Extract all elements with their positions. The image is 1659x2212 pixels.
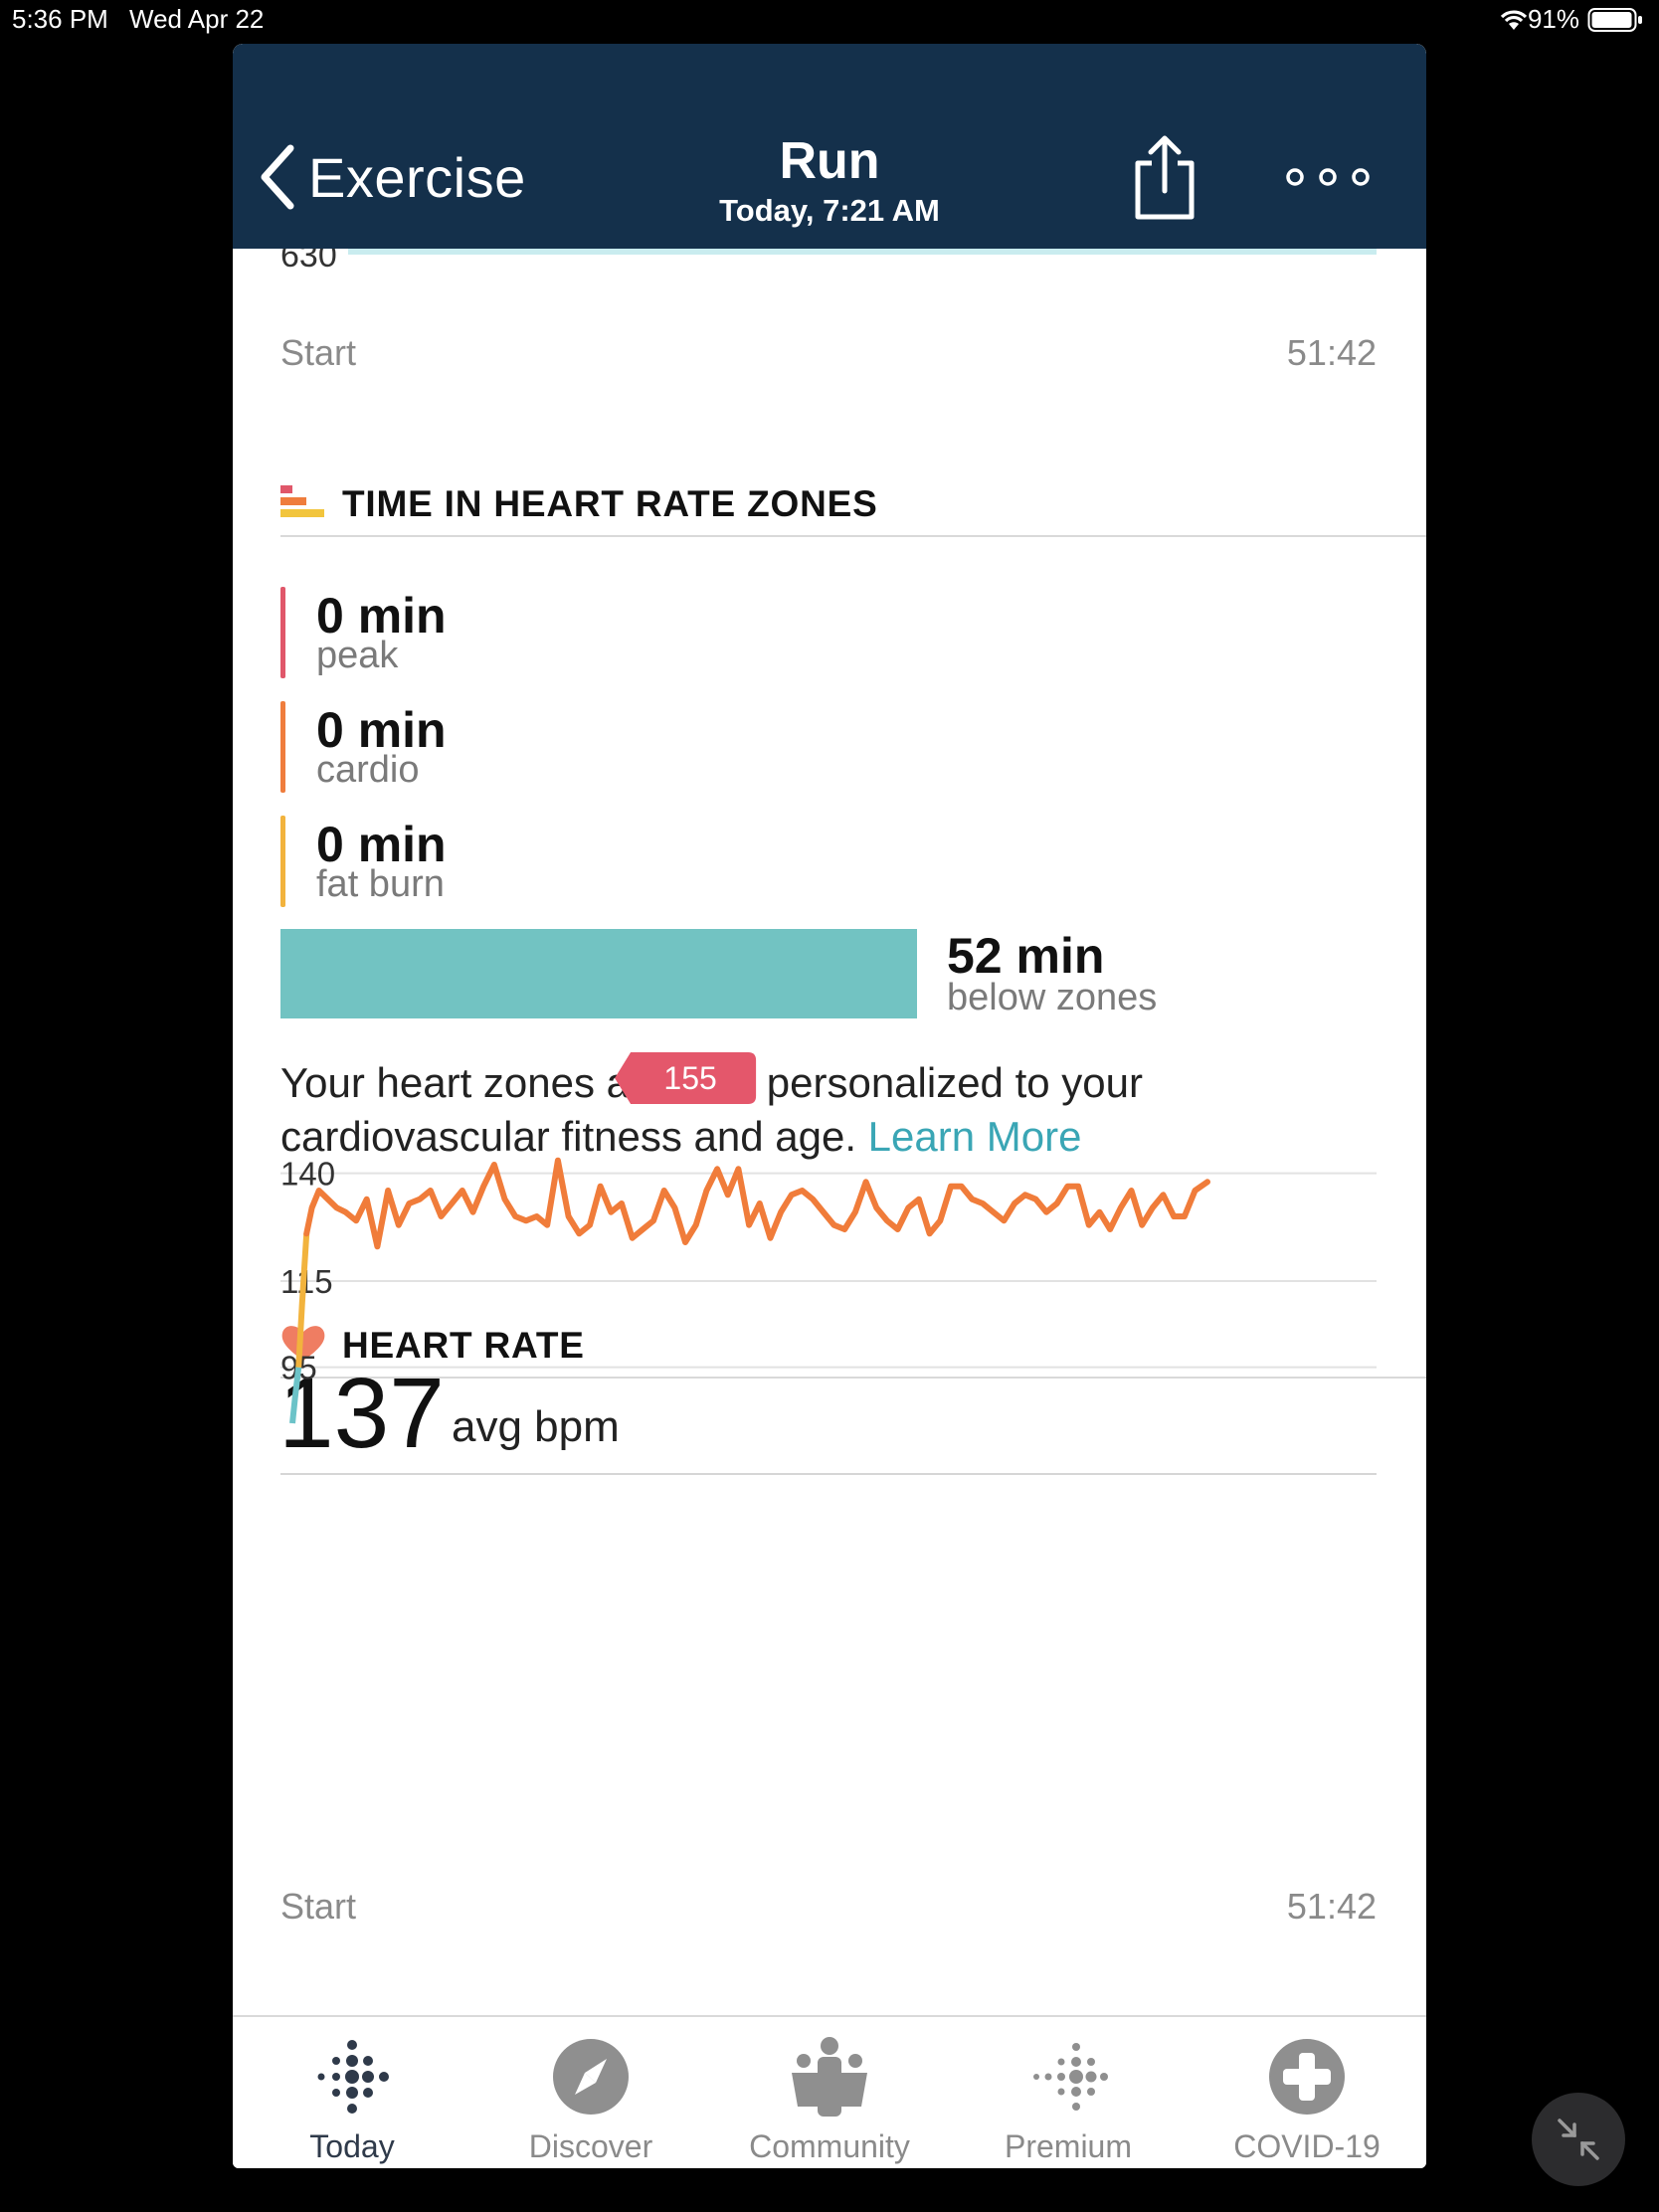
tab-premium-label: Premium [1004, 2128, 1132, 2164]
zones-section-header: TIME IN HEART RATE ZONES [280, 467, 1426, 537]
hr-chart-x-start: Start [280, 1886, 357, 1927]
fitbit-dots-icon [317, 2040, 389, 2114]
hr-chart-x-end: 51:42 [1286, 1886, 1377, 1927]
wifi-icon [1500, 10, 1528, 30]
hr-series-line [303, 1157, 1210, 1250]
tab-today-label: Today [309, 2128, 395, 2164]
tab-discover-label: Discover [528, 2128, 653, 2164]
zone-cardio-bar [280, 701, 285, 793]
zone-fat-burn-label: fat burn [316, 863, 445, 905]
zone-cardio-label: cardio [316, 749, 420, 791]
collapse-arrows-icon [1558, 2119, 1599, 2160]
tab-premium[interactable]: Premium [949, 2017, 1188, 2168]
status-date: Wed Apr 22 [129, 4, 265, 34]
more-options-icon[interactable] [1283, 161, 1373, 193]
zone-fat-burn-bar [280, 816, 285, 907]
battery-icon [1587, 8, 1642, 32]
zones-bars-icon [280, 485, 324, 517]
page-subtitle: Today, 7:21 AM [719, 193, 940, 228]
top-chart-x-start: Start [280, 332, 357, 373]
compass-icon [553, 2039, 629, 2115]
app-window: Exercise Run Today, 7:21 AM 630 Start 51… [233, 44, 1426, 2168]
top-chart-y-label: 630 [280, 249, 337, 275]
premium-dots-icon [1033, 2043, 1108, 2111]
battery-percent: 91% [1527, 4, 1579, 34]
tab-discover[interactable]: Discover [471, 2017, 710, 2168]
tab-today[interactable]: Today [233, 2017, 471, 2168]
nav-header: Exercise Run Today, 7:21 AM [233, 44, 1426, 249]
hr-y-tick-label: 115 [280, 1263, 333, 1300]
learn-more-link[interactable]: Learn More [868, 1113, 1082, 1160]
tab-community-label: Community [749, 2128, 910, 2164]
tab-covid-19-label: COVID-19 [1233, 2128, 1381, 2164]
zones-note: Your heart zones are now personalized to… [280, 1056, 1335, 1164]
heart-rate-section-header: HEART RATE [280, 1309, 1426, 1379]
exit-fullscreen-button[interactable] [1532, 2093, 1625, 2186]
share-icon[interactable] [1130, 133, 1199, 223]
tab-bar: Today Discover Community Premium COVID-1… [233, 2015, 1426, 2168]
top-chart-line [348, 249, 1377, 255]
zone-peak-label: peak [316, 635, 399, 676]
status-time: 5:36 PM [12, 4, 108, 34]
status-bar: 5:36 PM Wed Apr 22 91% [0, 0, 1659, 40]
below-zones-bar [280, 929, 917, 1018]
tab-covid-19[interactable]: COVID-19 [1188, 2017, 1426, 2168]
scroll-content[interactable]: 630 Start 51:42 TIME IN HEART RATE ZONES… [233, 249, 1426, 2015]
medical-cross-icon [1269, 2039, 1345, 2115]
below-zones-label: below zones [947, 977, 1158, 1018]
avg-heart-rate-unit: avg bpm [452, 1402, 620, 1451]
top-chart-x-end: 51:42 [1286, 332, 1377, 373]
zone-peak-bar [280, 587, 285, 678]
community-people-icon [792, 2037, 867, 2117]
zones-section-title: TIME IN HEART RATE ZONES [342, 483, 878, 524]
tab-community[interactable]: Community [710, 2017, 949, 2168]
page-title: Run [779, 132, 880, 190]
avg-heart-rate-value: 137 [278, 1358, 445, 1469]
